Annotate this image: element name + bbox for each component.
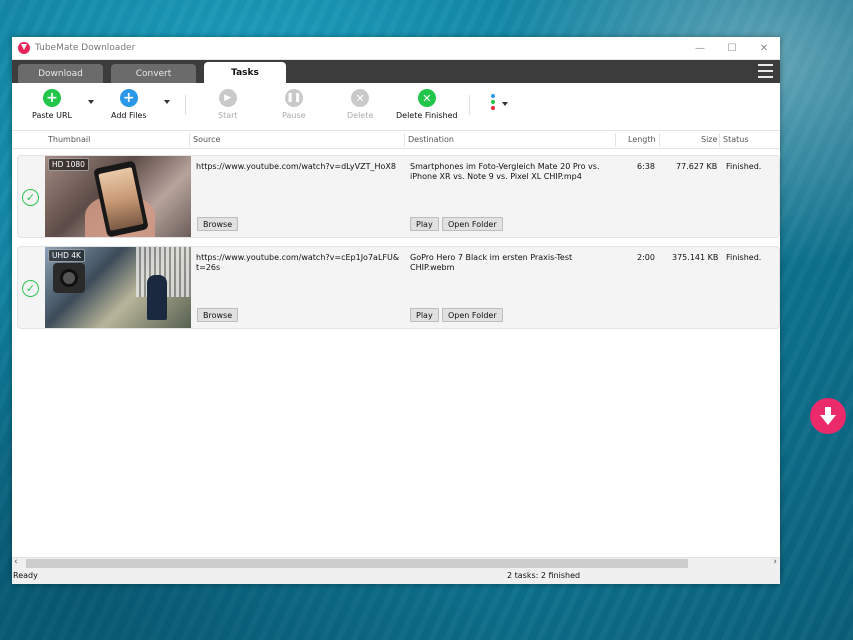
hamburger-menu-icon[interactable] [758, 64, 773, 78]
status-task-count: 2 tasks: 2 finished [507, 571, 580, 580]
column-divider [615, 133, 616, 147]
scrollbar-thumb[interactable] [26, 559, 688, 568]
add-files-button[interactable]: + Add Files [111, 89, 147, 120]
column-divider [719, 133, 720, 147]
task-status: Finished. [726, 162, 761, 172]
start-label: Start [218, 111, 238, 120]
window-title: TubeMate Downloader [35, 43, 684, 53]
quality-badge: UHD 4K [48, 249, 85, 262]
download-arrow-icon [818, 405, 838, 427]
file-size: 375.141 KB [672, 253, 718, 263]
col-destination[interactable]: Destination [408, 135, 454, 144]
delete-label: Delete [347, 111, 373, 120]
col-length[interactable]: Length [628, 135, 656, 144]
col-status[interactable]: Status [723, 135, 749, 144]
destination-file: Smartphones im Foto-Vergleich Mate 20 Pr… [410, 162, 615, 182]
plus-icon: + [120, 89, 138, 107]
title-bar: TubeMate Downloader — ☐ ✕ [12, 37, 780, 60]
video-thumbnail[interactable]: HD 1080 [45, 156, 191, 237]
tab-tasks[interactable]: Tasks [204, 62, 286, 83]
toolbar: + Paste URL + Add Files ▶ Start ❚❚ Pause… [12, 83, 780, 131]
app-window: TubeMate Downloader — ☐ ✕ Download Conve… [12, 37, 780, 584]
tab-bar: Download Convert Tasks [12, 60, 780, 83]
delete-button[interactable]: ✕ Delete [347, 89, 373, 120]
plus-icon: + [43, 89, 61, 107]
play-button[interactable]: Play [410, 217, 439, 231]
video-length: 6:38 [637, 162, 655, 172]
column-divider [659, 133, 660, 147]
options-dropdown-icon[interactable] [502, 102, 508, 106]
status-ready: Ready [13, 571, 38, 580]
toolbar-divider [469, 95, 470, 115]
paste-url-label: Paste URL [32, 111, 72, 120]
column-divider [189, 133, 190, 147]
tab-download[interactable]: Download [18, 64, 103, 83]
open-folder-button[interactable]: Open Folder [442, 217, 503, 231]
toolbar-divider [185, 95, 186, 115]
minimize-button[interactable]: — [684, 43, 716, 54]
browse-button[interactable]: Browse [197, 308, 238, 322]
checkmark-icon: ✓ [22, 280, 39, 297]
paste-url-button[interactable]: + Paste URL [32, 89, 72, 120]
source-url: https://www.youtube.com/watch?v=cEp1Jo7a… [196, 253, 401, 273]
close-button[interactable]: ✕ [748, 43, 780, 54]
column-divider [404, 133, 405, 147]
x-icon: ✕ [351, 89, 369, 107]
task-row[interactable]: ✓ HD 1080 https://www.youtube.com/watch?… [17, 155, 780, 238]
file-size: 77.627 KB [676, 162, 717, 172]
tubemate-logo-icon [18, 42, 30, 54]
play-icon: ▶ [219, 89, 237, 107]
delete-finished-button[interactable]: ✕ Delete Finished [396, 89, 458, 120]
play-button[interactable]: Play [410, 308, 439, 322]
task-status: Finished. [726, 253, 761, 263]
scroll-left-icon[interactable]: ‹ [14, 557, 18, 567]
maximize-button[interactable]: ☐ [716, 43, 748, 54]
quality-badge: HD 1080 [48, 158, 89, 171]
delete-finished-label: Delete Finished [396, 111, 458, 120]
scroll-right-icon[interactable]: › [773, 557, 777, 567]
col-source[interactable]: Source [193, 135, 220, 144]
task-row[interactable]: ✓ UHD 4K https://www.youtube.com/watch?v… [17, 246, 780, 329]
horizontal-scrollbar[interactable]: ‹ › [12, 557, 780, 568]
add-files-label: Add Files [111, 111, 147, 120]
pause-button[interactable]: ❚❚ Pause [282, 89, 306, 120]
x-icon: ✕ [418, 89, 436, 107]
source-url: https://www.youtube.com/watch?v=dLyVZT_H… [196, 162, 401, 172]
video-thumbnail[interactable]: UHD 4K [45, 247, 191, 328]
pause-label: Pause [282, 111, 306, 120]
paste-url-dropdown-icon[interactable] [88, 100, 94, 104]
video-length: 2:00 [637, 253, 655, 263]
column-header: Thumbnail Source Destination Length Size… [12, 131, 780, 149]
status-bar: Ready 2 tasks: 2 finished [12, 568, 780, 584]
floating-download-button[interactable] [810, 398, 846, 434]
checkmark-icon: ✓ [22, 189, 39, 206]
add-files-dropdown-icon[interactable] [164, 100, 170, 104]
col-thumbnail[interactable]: Thumbnail [48, 135, 90, 144]
options-dots-icon[interactable] [491, 94, 495, 110]
destination-file: GoPro Hero 7 Black im ersten Praxis-Test… [410, 253, 615, 273]
col-size[interactable]: Size [701, 135, 717, 144]
start-button[interactable]: ▶ Start [218, 89, 238, 120]
browse-button[interactable]: Browse [197, 217, 238, 231]
open-folder-button[interactable]: Open Folder [442, 308, 503, 322]
pause-icon: ❚❚ [285, 89, 303, 107]
tab-convert[interactable]: Convert [111, 64, 196, 83]
